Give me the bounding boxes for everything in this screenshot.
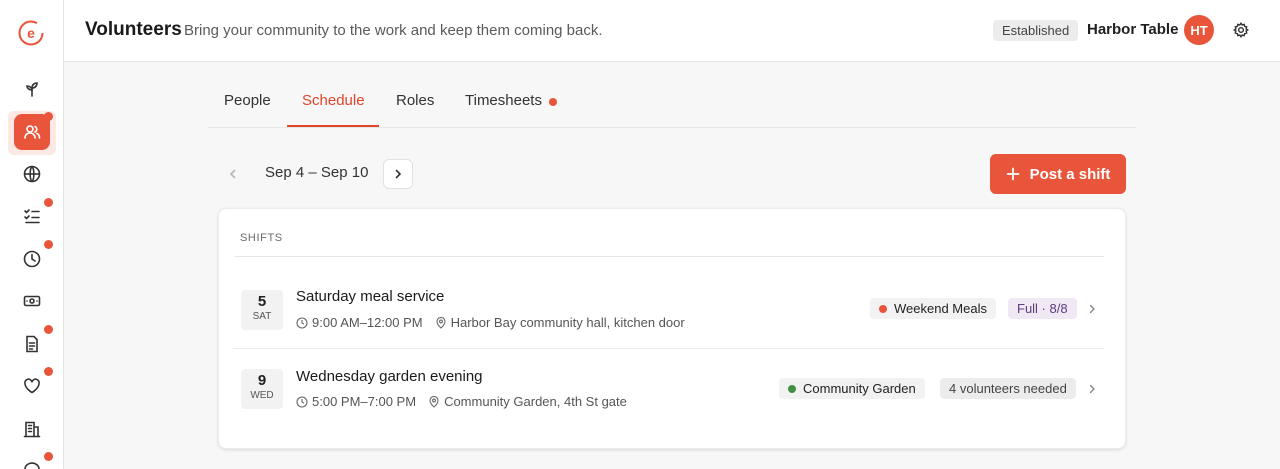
next-week-button[interactable]: [383, 159, 413, 189]
tab-bar: People Schedule Roles Timesheets: [208, 80, 1136, 128]
app-logo[interactable]: e: [18, 20, 44, 46]
plus-icon: [1006, 167, 1019, 181]
gear-icon[interactable]: [1232, 21, 1250, 39]
shift-time: 9:00 AM–12:00 PM: [312, 315, 423, 330]
svg-text:e: e: [27, 25, 35, 41]
avatar[interactable]: HT: [1184, 15, 1214, 45]
notification-dot: [44, 452, 53, 461]
page-header: Volunteers Bring your community to the w…: [64, 0, 1280, 62]
program-chip: Community Garden: [779, 378, 925, 399]
shift-location: Community Garden, 4th St gate: [444, 394, 627, 409]
shift-title: Wednesday garden evening: [296, 368, 483, 385]
location-pin-icon: [436, 316, 446, 329]
program-color-dot: [879, 304, 887, 313]
program-chip: Weekend Meals: [870, 298, 996, 319]
page-title: Volunteers: [85, 19, 182, 40]
building-icon: [23, 421, 41, 438]
date-box: 9 WED: [241, 369, 283, 409]
sidebar-item-growth[interactable]: [14, 71, 50, 107]
date-weekday: SAT: [252, 311, 272, 322]
program-color-dot: [788, 384, 796, 393]
document-icon: [26, 335, 38, 353]
notification-dot: [44, 198, 53, 207]
notification-dot: [44, 112, 53, 121]
chevron-right-icon[interactable]: [1086, 303, 1098, 315]
notification-dot: [44, 367, 53, 376]
shift-row[interactable]: 9 WED Wednesday garden evening 5:00 PM–7…: [233, 349, 1104, 429]
people-icon: [24, 125, 41, 139]
date-day: 5: [257, 293, 267, 310]
program-label: Community Garden: [803, 381, 916, 396]
program-label: Weekend Meals: [894, 301, 987, 316]
checklist-icon: [24, 209, 40, 224]
clock-icon: [296, 316, 308, 329]
clock-icon: [23, 250, 41, 268]
chat-icon: [24, 462, 40, 469]
divider: [235, 256, 1104, 257]
sidebar: e: [0, 0, 64, 469]
shift-row[interactable]: 5 SAT Saturday meal service 9:00 AM–12:0…: [233, 269, 1104, 349]
shifts-card: SHIFTS 5 SAT Saturday meal service 9:00 …: [218, 208, 1126, 449]
chevron-right-icon[interactable]: [1086, 383, 1098, 395]
date-weekday: WED: [250, 390, 274, 401]
shift-time: 5:00 PM–7:00 PM: [312, 394, 417, 409]
sprout-icon: [26, 82, 38, 97]
shift-title: Saturday meal service: [296, 288, 445, 305]
section-label: SHIFTS: [240, 232, 283, 244]
notification-dot: [44, 240, 53, 249]
status-badge: Full · 8/8: [1008, 298, 1077, 319]
tab-schedule[interactable]: Schedule: [302, 92, 365, 109]
status-badge: 4 volunteers needed: [940, 378, 1076, 399]
shift-location: Harbor Bay community hall, kitchen door: [450, 315, 685, 330]
timesheets-notification-dot: [549, 98, 557, 106]
sidebar-item-organization[interactable]: [14, 411, 50, 447]
date-range-label: Sep 4 – Sep 10: [265, 164, 369, 181]
post-shift-label: Post a shift: [1029, 165, 1111, 183]
globe-icon: [23, 165, 41, 183]
heart-icon: [24, 378, 40, 394]
post-shift-button[interactable]: Post a shift: [990, 154, 1126, 194]
date-day: 9: [257, 372, 267, 389]
active-tab-indicator: [287, 125, 379, 127]
plan-badge: Established: [993, 20, 1079, 41]
page-subtitle: Bring your community to the work and kee…: [184, 22, 603, 39]
date-box: 5 SAT: [241, 290, 283, 330]
location-pin-icon: [429, 395, 439, 408]
tab-people[interactable]: People: [224, 92, 271, 109]
money-icon: [23, 295, 41, 307]
shift-meta: 9:00 AM–12:00 PM Harbor Bay community ha…: [296, 315, 685, 330]
previous-week-button[interactable]: [219, 160, 247, 188]
shift-meta: 5:00 PM–7:00 PM Community Garden, 4th St…: [296, 394, 627, 409]
org-name[interactable]: Harbor Table: [1087, 21, 1178, 38]
chevron-left-icon: [229, 169, 236, 179]
clock-icon: [296, 395, 308, 408]
notification-dot: [44, 325, 53, 334]
chevron-right-icon: [395, 169, 402, 179]
sidebar-item-web[interactable]: [14, 156, 50, 192]
tab-roles[interactable]: Roles: [396, 92, 434, 109]
sidebar-item-donations[interactable]: [14, 283, 50, 319]
tab-timesheets[interactable]: Timesheets: [465, 92, 542, 109]
